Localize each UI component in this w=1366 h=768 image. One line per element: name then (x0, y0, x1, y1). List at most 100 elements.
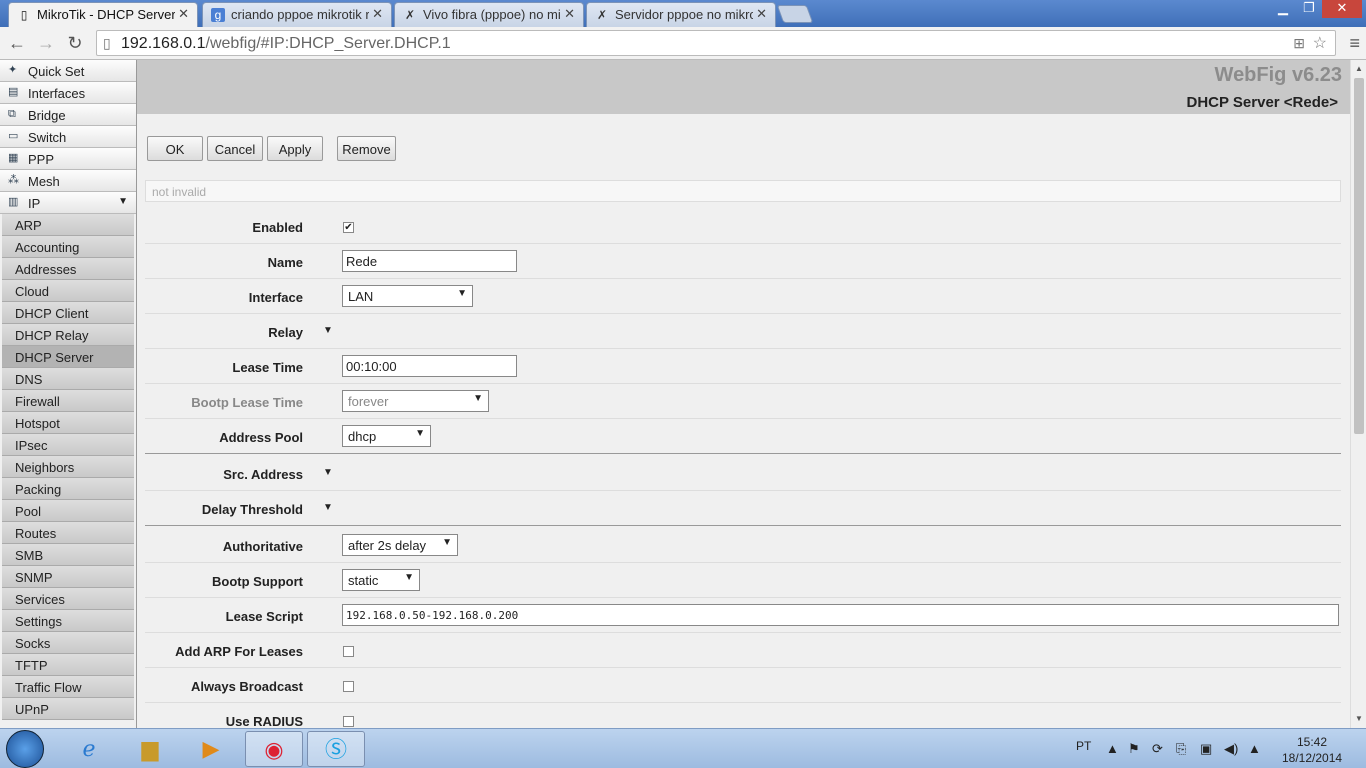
close-icon[interactable]: ✕ (756, 6, 767, 22)
row-src-address: Src. Address ▼ (145, 456, 1341, 491)
restore-button[interactable]: ❐ (1296, 0, 1322, 18)
src-address-label: Src. Address (223, 467, 303, 482)
browser-tab-google[interactable]: g criando pppoe mikrotik rb ✕ (202, 2, 392, 27)
add-arp-label: Add ARP For Leases (175, 644, 303, 659)
sidebar-item-ip[interactable]: ▥ IP ▼ (0, 192, 136, 214)
sidebar-item-services[interactable]: Services (2, 588, 134, 610)
folder-icon[interactable]: ▆ (121, 731, 179, 767)
name-input[interactable]: Rede (342, 250, 517, 272)
sidebar-item-socks[interactable]: Socks (2, 632, 134, 654)
ip-icon: ▥ (8, 196, 19, 208)
drive-icon[interactable]: ▲ (1248, 741, 1261, 756)
sidebar-item-dhcp-client[interactable]: DHCP Client (2, 302, 134, 324)
sidebar-item-tftp[interactable]: TFTP (2, 654, 134, 676)
address-bar[interactable]: ▯ 192.168.0.1/webfig/#IP:DHCP_Server.DHC… (96, 30, 1336, 56)
network-icon[interactable]: ▣ (1200, 741, 1212, 757)
sync-icon[interactable]: ⟳ (1152, 741, 1163, 757)
scroll-up-icon[interactable]: ▲ (1355, 64, 1363, 73)
bootp-support-select[interactable]: static ▼ (342, 569, 420, 591)
clock[interactable]: 15:42 18/12/2014 (1282, 734, 1342, 766)
forward-button[interactable]: → (35, 32, 57, 54)
lease-script-textarea[interactable]: 192.168.0.50-192.168.0.200 (342, 604, 1339, 626)
start-button[interactable] (6, 730, 44, 768)
sidebar-item-upnp[interactable]: UPnP (2, 698, 134, 720)
sidebar-item-traffic-flow[interactable]: Traffic Flow (2, 676, 134, 698)
media-player-icon[interactable]: ▶ (182, 731, 240, 767)
browser-tab-mikrotik[interactable]: ▯ MikroTik - DHCP Server < ✕ (8, 2, 198, 27)
sidebar-item-smb[interactable]: SMB (2, 544, 134, 566)
sidebar-item-bridge[interactable]: ⧉ Bridge (0, 104, 136, 126)
apply-button[interactable]: Apply (267, 136, 323, 161)
sidebar-item-neighbors[interactable]: Neighbors (2, 456, 134, 478)
always-broadcast-checkbox[interactable] (343, 681, 354, 692)
flag-icon[interactable]: ⚑ (1128, 741, 1140, 757)
sidebar-item-mesh[interactable]: ⁂ Mesh (0, 170, 136, 192)
star-icon[interactable]: ☆ (1313, 33, 1327, 53)
sidebar-item-routes[interactable]: Routes (2, 522, 134, 544)
chrome-icon[interactable]: ◉ (245, 731, 303, 767)
close-icon[interactable]: ✕ (564, 6, 575, 22)
bridge-icon: ⧉ (8, 108, 16, 120)
authoritative-select[interactable]: after 2s delay ▼ (342, 534, 458, 556)
use-radius-checkbox[interactable] (343, 716, 354, 727)
sidebar-item-quick-set[interactable]: ✦ Quick Set (0, 60, 136, 82)
chevron-down-icon: ▼ (118, 196, 128, 207)
lease-time-input[interactable]: 00:10:00 (342, 355, 517, 377)
translate-icon[interactable]: ⊞ (1293, 35, 1305, 52)
sidebar-item-snmp[interactable]: SNMP (2, 566, 134, 588)
menu-icon[interactable]: ≡ (1349, 33, 1360, 54)
sidebar-item-addresses[interactable]: Addresses (2, 258, 134, 280)
expand-triangle-icon[interactable]: ▼ (323, 467, 333, 478)
new-tab-button[interactable] (776, 5, 814, 23)
clock-time: 15:42 (1296, 735, 1328, 749)
close-icon[interactable]: ✕ (372, 6, 383, 22)
browser-tab-vivo[interactable]: ✗ Vivo fibra (pppoe) no mikr ✕ (394, 2, 584, 27)
sidebar-item-arp[interactable]: ARP (2, 214, 134, 236)
add-arp-checkbox[interactable] (343, 646, 354, 657)
ppp-icon: ▦ (8, 152, 19, 164)
volume-icon[interactable]: ◀) (1224, 741, 1238, 757)
enabled-checkbox[interactable]: ✔ (343, 222, 354, 233)
document-icon: ▯ (20, 8, 28, 22)
sidebar-item-settings[interactable]: Settings (2, 610, 134, 632)
browser-tab-servidor[interactable]: ✗ Servidor pppoe no mikrotik ✕ (586, 2, 776, 27)
sidebar-item-pool[interactable]: Pool (2, 500, 134, 522)
expand-triangle-icon[interactable]: ▼ (323, 325, 333, 336)
back-button[interactable]: ← (6, 32, 28, 54)
sidebar-item-hotspot[interactable]: Hotspot (2, 412, 134, 434)
scroll-down-icon[interactable]: ▼ (1355, 714, 1363, 723)
close-icon[interactable]: ✕ (178, 6, 189, 22)
sidebar-item-cloud[interactable]: Cloud (2, 280, 134, 302)
device-icon[interactable]: ⎘ (1176, 741, 1186, 757)
row-add-arp: Add ARP For Leases (145, 633, 1341, 668)
sidebar-item-switch[interactable]: ▭ Switch (0, 126, 136, 148)
vertical-scrollbar[interactable]: ▲ ▼ (1350, 60, 1366, 728)
row-address-pool: Address Pool dhcp ▼ (145, 419, 1341, 454)
sidebar-item-interfaces[interactable]: ▤ Interfaces (0, 82, 136, 104)
tray-expand-icon[interactable]: ▲ (1106, 741, 1119, 756)
sidebar-item-dhcp-server[interactable]: DHCP Server (2, 346, 134, 368)
address-pool-select[interactable]: dhcp ▼ (342, 425, 431, 447)
bootp-lease-time-select[interactable]: forever ▼ (342, 390, 489, 412)
minimize-button[interactable]: ▁ (1270, 0, 1296, 18)
ie-icon[interactable]: ℯ (60, 731, 118, 767)
expand-triangle-icon[interactable]: ▼ (323, 502, 333, 513)
scrollbar-thumb[interactable] (1354, 78, 1364, 434)
page-icon: ▯ (103, 35, 111, 51)
switch-icon: ▭ (8, 130, 19, 142)
sidebar-item-ppp[interactable]: ▦ PPP (0, 148, 136, 170)
cancel-button[interactable]: Cancel (207, 136, 263, 161)
sidebar-item-dhcp-relay[interactable]: DHCP Relay (2, 324, 134, 346)
remove-button[interactable]: Remove (337, 136, 396, 161)
sidebar-item-accounting[interactable]: Accounting (2, 236, 134, 258)
close-window-button[interactable]: ✕ (1322, 0, 1362, 18)
sidebar-item-firewall[interactable]: Firewall (2, 390, 134, 412)
skype-icon[interactable]: Ⓢ (307, 731, 365, 767)
ok-button[interactable]: OK (147, 136, 203, 161)
language-indicator[interactable]: PT (1076, 739, 1091, 753)
sidebar-item-packing[interactable]: Packing (2, 478, 134, 500)
reload-button[interactable]: ↻ (64, 32, 86, 54)
sidebar-item-ipsec[interactable]: IPsec (2, 434, 134, 456)
sidebar-item-dns[interactable]: DNS (2, 368, 134, 390)
interface-select[interactable]: LAN ▼ (342, 285, 473, 307)
